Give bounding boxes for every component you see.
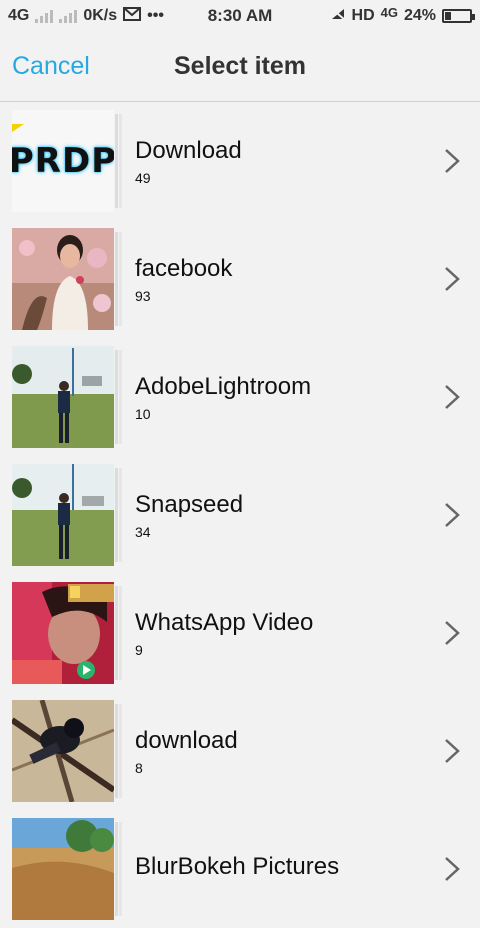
album-name: AdobeLightroom [135,373,312,400]
header: Cancel Select item [0,32,480,102]
album-thumbnail [12,346,114,448]
album-thumbnail: PRDP [12,110,114,212]
album-thumbnail [12,700,114,802]
album-row-download-lower[interactable]: download 8 [0,692,480,810]
album-row-adobelightroom[interactable]: AdobeLightroom 10 [0,338,480,456]
network-type-left: 4G [8,7,30,24]
album-row-facebook[interactable]: facebook 93 [0,220,480,338]
album-count: 8 [135,760,143,776]
cancel-button[interactable]: Cancel [12,52,90,81]
battery-icon [442,9,475,23]
album-thumbnail [12,464,114,566]
chevron-right-icon [445,739,460,763]
network-type-right: 4G [380,4,398,20]
album-name: download [135,727,238,754]
album-list: PRDP Download 49 facebook 93 AdobeLightr… [0,102,480,928]
battery-percent: 24% [403,7,436,24]
chevron-right-icon [445,267,460,291]
mute-icon [329,6,346,26]
chevron-right-icon [445,621,460,645]
hd-label: HD [351,7,375,24]
mail-icon [123,6,142,26]
album-thumbnail [12,818,114,920]
album-name: Download [135,137,242,164]
chevron-right-icon [445,385,460,409]
chevron-right-icon [445,503,460,527]
album-name: facebook [135,255,233,282]
album-count: 93 [135,288,151,304]
chevron-right-icon [445,857,460,881]
album-name: BlurBokeh Pictures [135,853,340,880]
network-speed: 0K/s [83,7,118,24]
album-row-download[interactable]: PRDP Download 49 [0,102,480,220]
album-thumbnail [12,582,114,684]
album-thumbnail [12,228,114,330]
album-row-snapseed[interactable]: Snapseed 34 [0,456,480,574]
album-row-blurbokeh-pictures[interactable]: BlurBokeh Pictures [0,810,480,928]
more-notifications-icon: ••• [147,7,164,24]
album-count: 34 [135,524,151,540]
album-count: 10 [135,406,151,422]
album-name: WhatsApp Video [135,609,314,636]
album-row-whatsapp-video[interactable]: WhatsApp Video 9 [0,574,480,692]
signal-icon-2 [59,9,78,23]
album-name: Snapseed [135,491,244,518]
chevron-right-icon [445,149,460,173]
album-count: 9 [135,642,143,658]
signal-icon [35,9,54,23]
album-count: 49 [135,170,151,186]
status-bar: 4G 0K/s ••• 8:30 AM HD 4G 24% [0,0,480,32]
